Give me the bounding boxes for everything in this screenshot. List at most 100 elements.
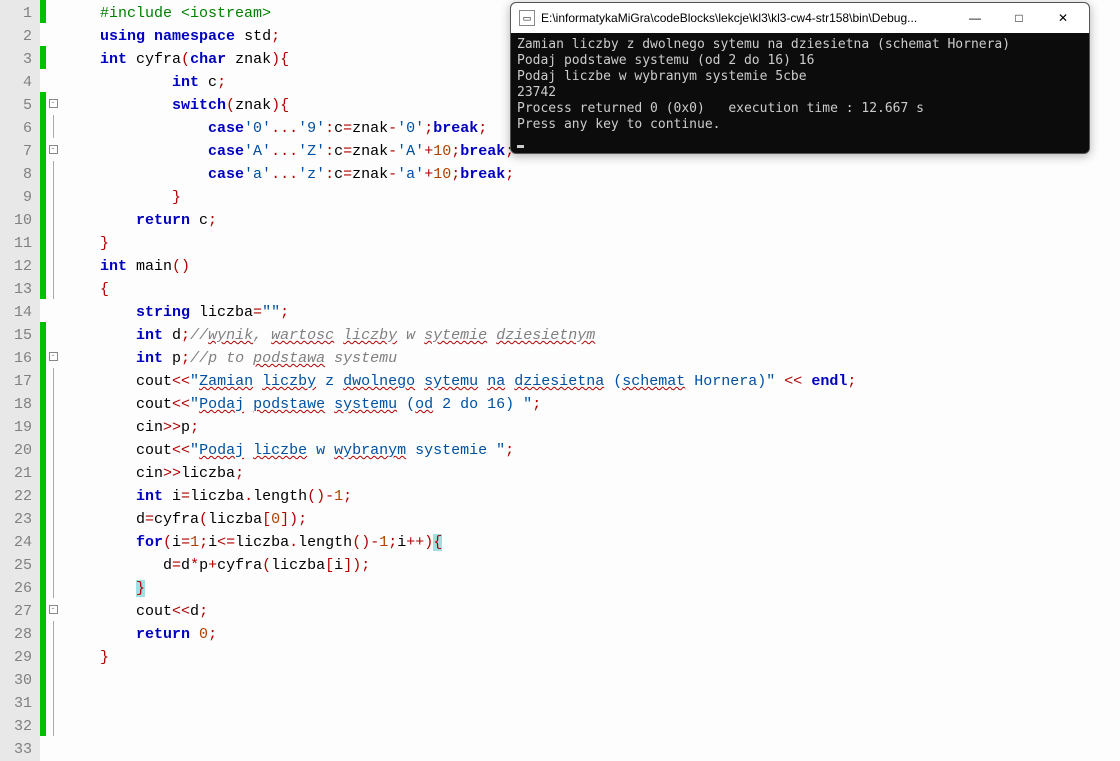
code-token: . — [244, 488, 253, 505]
code-line[interactable]: } — [64, 186, 856, 209]
fold-cell — [46, 575, 60, 598]
code-token: d — [163, 327, 181, 344]
code-token — [64, 51, 100, 68]
code-token: liczbe — [253, 442, 307, 459]
code-token — [64, 442, 136, 459]
code-token: } — [100, 235, 109, 252]
code-line[interactable]: return 0; — [64, 623, 856, 646]
code-token: case — [208, 143, 244, 160]
code-token: dziesietnym — [496, 327, 595, 344]
code-line[interactable]: cout<<"Zamian liczby z dwolnego sytemu n… — [64, 370, 856, 393]
code-token — [487, 327, 496, 344]
line-number: 29 — [4, 646, 32, 669]
code-line[interactable]: cout<<"Podaj podstawe systemu (od 2 do 1… — [64, 393, 856, 416]
line-number: 14 — [4, 301, 32, 324]
fold-line-icon — [53, 276, 54, 299]
code-token: { — [280, 51, 289, 68]
code-token: - — [388, 143, 397, 160]
fold-line-icon — [53, 230, 54, 253]
fold-column[interactable]: - - - - — [46, 0, 60, 761]
code-line[interactable]: string liczba=""; — [64, 301, 856, 324]
code-token: << — [172, 373, 190, 390]
code-token: string — [136, 304, 190, 321]
code-token: Podaj — [199, 396, 244, 413]
code-line[interactable]: d=d*p+cyfra(liczba[i]); — [64, 554, 856, 577]
code-token: ]); — [343, 557, 370, 574]
code-token: = — [253, 304, 262, 321]
code-line[interactable]: } — [64, 232, 856, 255]
console-cursor — [517, 145, 524, 148]
code-token: 'a' — [397, 166, 424, 183]
console-output: Zamian liczby z dwolnego sytemu na dzies… — [511, 33, 1089, 153]
code-token: cout — [136, 373, 172, 390]
code-token: break — [460, 143, 505, 160]
code-token: = — [145, 511, 154, 528]
code-token: int — [100, 51, 127, 68]
code-token — [64, 5, 100, 22]
code-token: ; — [235, 465, 244, 482]
code-line[interactable]: int main() — [64, 255, 856, 278]
close-button[interactable]: ✕ — [1041, 4, 1085, 32]
code-token — [64, 419, 136, 436]
code-token: int — [172, 74, 199, 91]
code-line[interactable]: cout<<"Podaj liczbe w wybranym systemie … — [64, 439, 856, 462]
line-number: 15 — [4, 324, 32, 347]
code-token: ( — [199, 511, 208, 528]
code-token: { — [433, 534, 442, 551]
fold-cell — [46, 253, 60, 276]
code-token: ( — [163, 534, 172, 551]
code-token: char — [190, 51, 226, 68]
code-line[interactable]: case'a'...'z':c=znak-'a'+10;break; — [64, 163, 856, 186]
code-line[interactable]: d=cyfra(liczba[0]); — [64, 508, 856, 531]
fold-cell — [46, 368, 60, 391]
fold-toggle-icon[interactable]: - — [49, 99, 58, 108]
fold-toggle-icon[interactable]: - — [49, 352, 58, 361]
code-line[interactable]: int p;//p to podstawa systemu — [64, 347, 856, 370]
code-token: znak — [226, 51, 271, 68]
code-line[interactable]: cin>>p; — [64, 416, 856, 439]
code-token — [64, 189, 172, 206]
code-token: '0' — [397, 120, 424, 137]
code-token: ; — [181, 327, 190, 344]
code-line[interactable]: for(i=1;i<=liczba.length()-1;i++){ — [64, 531, 856, 554]
code-token: z — [316, 373, 343, 390]
code-line[interactable]: cout<<d; — [64, 600, 856, 623]
code-token: [ — [262, 511, 271, 528]
code-line[interactable]: { — [64, 278, 856, 301]
fold-cell[interactable]: - — [46, 138, 60, 161]
code-token: i — [334, 557, 343, 574]
fold-cell — [46, 736, 60, 759]
code-token — [64, 304, 136, 321]
code-token: cyfra — [217, 557, 262, 574]
maximize-button[interactable]: □ — [997, 4, 1041, 32]
code-token: systemu — [334, 396, 397, 413]
code-token: } — [100, 649, 109, 666]
fold-cell — [46, 299, 60, 322]
fold-cell[interactable]: - — [46, 598, 60, 621]
console-titlebar[interactable]: ▭ E:\informatykaMiGra\codeBlocks\lekcje\… — [511, 3, 1089, 33]
fold-cell[interactable]: - — [46, 92, 60, 115]
line-number: 1 — [4, 2, 32, 25]
console-window[interactable]: ▭ E:\informatykaMiGra\codeBlocks\lekcje\… — [510, 2, 1090, 154]
code-line[interactable]: } — [64, 577, 856, 600]
code-token: cout — [136, 603, 172, 620]
minimize-button[interactable]: — — [953, 4, 997, 32]
fold-toggle-icon[interactable]: - — [49, 145, 58, 154]
code-line[interactable]: return c; — [64, 209, 856, 232]
code-line[interactable]: cin>>liczba; — [64, 462, 856, 485]
line-number: 25 — [4, 554, 32, 577]
code-line[interactable]: int d;//wynik, wartosc liczby w sytemie … — [64, 324, 856, 347]
code-line[interactable]: int i=liczba.length()-1; — [64, 485, 856, 508]
code-token: c — [190, 212, 208, 229]
code-token: = — [343, 143, 352, 160]
code-token: cyfra — [154, 511, 199, 528]
code-token: w — [397, 327, 424, 344]
fold-cell — [46, 713, 60, 736]
code-token: ... — [271, 166, 298, 183]
code-token — [64, 534, 136, 551]
fold-cell — [46, 184, 60, 207]
fold-cell[interactable]: - — [46, 345, 60, 368]
code-token: ; — [505, 166, 514, 183]
fold-toggle-icon[interactable]: - — [49, 605, 58, 614]
code-line[interactable]: } — [64, 646, 856, 669]
